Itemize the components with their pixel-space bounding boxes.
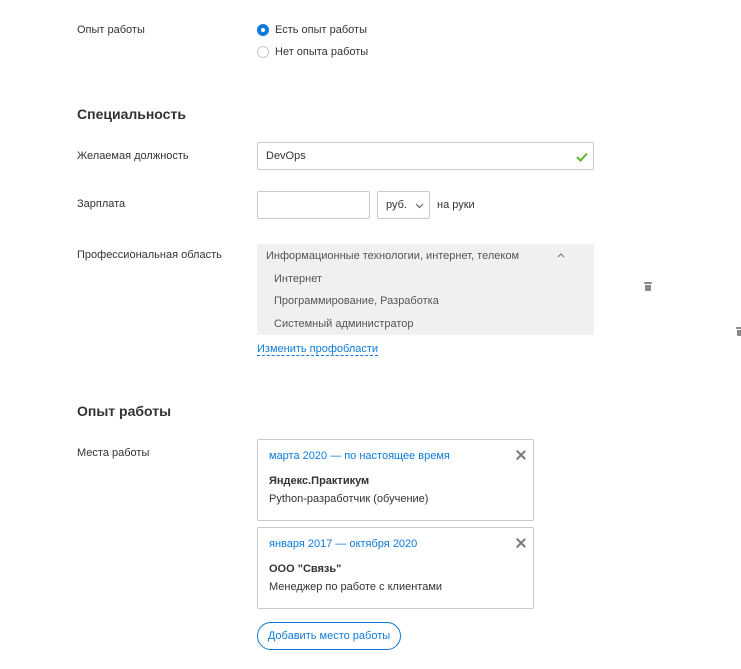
job-company: Яндекс.Практикум [269,475,370,487]
position-input[interactable]: DevOps [257,142,594,170]
profarea-box: Информационные технологии, интернет, тел… [257,244,741,336]
radio-unchecked-icon[interactable] [257,46,269,58]
profarea-group-label: Информационные технологии, интернет, тел… [266,249,519,262]
job-company: ООО "Связь" [269,563,342,575]
job-card[interactable]: марта 2020 — по настоящее время Яндекс.П… [257,439,534,521]
profarea-item: Системный администратор [257,313,741,336]
experience-choice-label: Опыт работы [77,24,145,36]
currency-select[interactable]: руб. [377,191,430,219]
chevron-down-icon [415,203,424,209]
job-role: Менеджер по работе с клиентами [269,581,443,593]
area-label: Профессиональная область [77,249,222,261]
radio-checked-icon[interactable] [257,24,269,36]
delete-item-icon[interactable] [735,326,741,336]
places-label: Места работы [77,447,150,459]
profarea-item-label: Интернет [274,273,322,285]
add-job-button[interactable]: Добавить место работы [257,622,401,650]
profarea-item-label: Системный администратор [274,318,414,330]
salary-input[interactable] [257,191,370,219]
radio-has-experience[interactable]: Есть опыт работы [257,24,367,36]
radio-has-experience-label: Есть опыт работы [275,24,367,36]
salary-suffix: на руки [437,199,475,211]
specialty-heading: Специальность [77,106,186,122]
radio-no-experience[interactable]: Нет опыта работы [257,46,368,58]
close-icon[interactable] [516,538,526,548]
work-heading: Опыт работы [77,403,172,419]
chevron-up-icon[interactable] [557,253,565,258]
job-period[interactable]: марта 2020 — по настоящее время [269,450,450,462]
profarea-item-label: Программирование, Разработка [274,295,439,307]
profarea-group-row[interactable]: Информационные технологии, интернет, тел… [257,244,594,267]
delete-item-icon[interactable] [644,281,652,291]
check-icon [576,152,588,162]
close-icon[interactable] [516,450,526,460]
currency-value: руб. [386,199,407,211]
change-profarea-link[interactable]: Изменить профобласти [257,343,379,356]
profarea-item: Программирование, Разработка [257,290,594,312]
position-value: DevOps [266,150,306,162]
job-period[interactable]: января 2017 — октября 2020 [269,538,417,550]
radio-no-experience-label: Нет опыта работы [275,46,369,58]
job-role: Python-разработчик (обучение) [269,493,429,505]
profarea-item: Интернет [257,268,652,291]
position-label: Желаемая должность [77,150,189,162]
job-card[interactable]: января 2017 — октября 2020 ООО "Связь" М… [257,527,534,609]
salary-label: Зарплата [77,198,126,210]
